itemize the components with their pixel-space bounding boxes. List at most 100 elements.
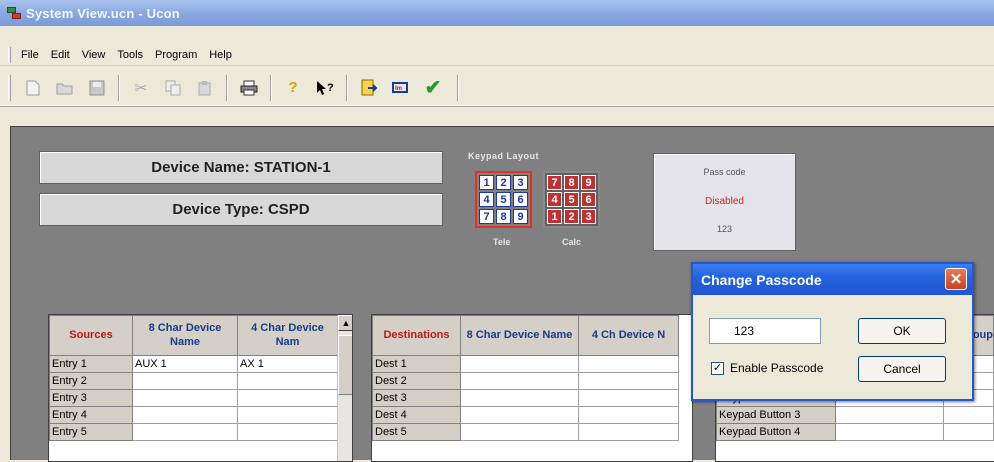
row-header: Dest 5 xyxy=(372,423,461,441)
table-row[interactable]: Entry 3 xyxy=(49,389,338,407)
row-header: Entry 2 xyxy=(49,372,133,390)
keypad-key: 9 xyxy=(581,175,596,190)
dialog-title: Change Passcode xyxy=(701,271,822,288)
table-row[interactable]: Entry 2 xyxy=(49,372,338,390)
menu-view[interactable]: View xyxy=(76,49,112,61)
table-cell[interactable] xyxy=(834,423,945,441)
window-title: System View.ucn - Ucon xyxy=(26,5,180,21)
table-cell[interactable]: AX 1 xyxy=(237,355,338,373)
paste-icon[interactable] xyxy=(193,76,217,100)
scroll-up-icon[interactable]: ▲ xyxy=(338,315,352,331)
context-help-icon[interactable]: ? xyxy=(313,76,337,100)
table-cell[interactable] xyxy=(578,423,679,441)
table-cell[interactable] xyxy=(132,423,238,441)
toolbar-separator xyxy=(226,74,228,101)
cancel-button[interactable]: Cancel xyxy=(858,356,946,382)
keypad-key: 8 xyxy=(496,209,511,224)
table-cell[interactable] xyxy=(578,355,679,373)
table-row[interactable]: Dest 2 xyxy=(372,372,679,390)
sources-scrollbar[interactable]: ▲ xyxy=(337,315,352,461)
table-row[interactable]: Dest 4 xyxy=(372,406,679,424)
table-cell[interactable] xyxy=(132,372,238,390)
passcode-panel[interactable]: Pass code Disabled 123 xyxy=(653,153,796,251)
passcode-input[interactable]: 123 xyxy=(709,318,821,344)
save-icon[interactable] xyxy=(85,76,109,100)
table-row[interactable]: Dest 5 xyxy=(372,423,679,441)
menu-file[interactable]: File xyxy=(15,49,45,61)
app-icon xyxy=(6,5,22,21)
svg-text:?: ? xyxy=(327,82,334,94)
menubar-grip xyxy=(8,46,11,63)
row-header: Dest 3 xyxy=(372,389,461,407)
table-cell[interactable] xyxy=(578,372,679,390)
table-cell[interactable] xyxy=(834,406,945,424)
sources-col-4char[interactable]: 4 Char Device Nam xyxy=(237,315,338,356)
table-cell[interactable]: AUX 1 xyxy=(132,355,238,373)
table-cell[interactable] xyxy=(237,406,338,424)
table-row[interactable]: Entry 4 xyxy=(49,406,338,424)
import-icon[interactable]: Im xyxy=(389,76,413,100)
keypad-key: 1 xyxy=(547,209,562,224)
toolbar-separator xyxy=(270,74,272,101)
copy-icon[interactable] xyxy=(161,76,185,100)
sources-grid[interactable]: Sources 8 Char Device Name 4 Char Device… xyxy=(48,314,353,462)
table-cell[interactable] xyxy=(460,406,579,424)
checkbox-checked-icon[interactable]: ✓ xyxy=(711,361,724,375)
close-icon[interactable]: ✕ xyxy=(945,268,967,290)
table-row[interactable]: Dest 3 xyxy=(372,389,679,407)
open-icon[interactable] xyxy=(53,76,77,100)
table-cell[interactable] xyxy=(943,406,994,424)
scroll-thumb[interactable] xyxy=(338,335,352,395)
keypad-key: 4 xyxy=(547,192,562,207)
table-cell[interactable] xyxy=(237,423,338,441)
check-icon[interactable]: ✔ xyxy=(421,76,445,100)
destinations-grid[interactable]: Destinations 8 Char Device Name 4 Ch Dev… xyxy=(371,314,693,462)
keypad-key: 2 xyxy=(496,175,511,190)
table-cell[interactable] xyxy=(578,389,679,407)
sources-header: Sources xyxy=(49,315,133,356)
menu-tools[interactable]: Tools xyxy=(111,49,149,61)
table-cell[interactable] xyxy=(237,389,338,407)
table-cell[interactable] xyxy=(943,423,994,441)
keypad-key: 7 xyxy=(479,209,494,224)
menu-program[interactable]: Program xyxy=(149,49,203,61)
export-icon[interactable] xyxy=(357,76,381,100)
toolbar: ✂ ? ? Im ✔ xyxy=(0,70,994,106)
table-row[interactable]: Entry 1 AUX 1 AX 1 xyxy=(49,355,338,373)
cut-icon[interactable]: ✂ xyxy=(129,76,153,100)
change-passcode-dialog[interactable]: Change Passcode ✕ 123 OK Cancel ✓ Enable… xyxy=(691,262,974,401)
sources-col-8char[interactable]: 8 Char Device Name xyxy=(132,315,238,356)
destinations-header: Destinations xyxy=(372,315,461,356)
keypad-layout-title: Keypad Layout xyxy=(468,151,540,161)
table-row[interactable]: Keypad Button 4 xyxy=(716,423,994,441)
table-cell[interactable] xyxy=(460,389,579,407)
enable-passcode-checkbox[interactable]: ✓ Enable Passcode xyxy=(711,361,823,375)
table-cell[interactable] xyxy=(578,406,679,424)
table-row[interactable]: Dest 1 xyxy=(372,355,679,373)
table-cell[interactable] xyxy=(460,423,579,441)
device-name-box: Device Name: STATION-1 xyxy=(39,151,443,184)
ok-button[interactable]: OK xyxy=(858,318,946,344)
help-icon[interactable]: ? xyxy=(281,76,305,100)
destinations-col-4char[interactable]: 4 Ch Device N xyxy=(578,315,679,356)
table-row[interactable]: Keypad Button 3 xyxy=(716,406,994,424)
destinations-col-8char[interactable]: 8 Char Device Name xyxy=(460,315,579,356)
print-icon[interactable] xyxy=(237,76,261,100)
keypad-tele[interactable]: 1 2 3 4 5 6 7 8 9 xyxy=(475,171,532,228)
dialog-titlebar[interactable]: Change Passcode ✕ xyxy=(693,264,972,295)
table-cell[interactable] xyxy=(132,389,238,407)
device-type-box: Device Type: CSPD xyxy=(39,193,443,226)
table-cell[interactable] xyxy=(460,355,579,373)
keypad-calc[interactable]: 7 8 9 4 5 6 1 2 3 xyxy=(543,171,600,228)
enable-passcode-label: Enable Passcode xyxy=(730,361,824,375)
keypad-key: 1 xyxy=(479,175,494,190)
table-cell[interactable] xyxy=(132,406,238,424)
table-cell[interactable] xyxy=(237,372,338,390)
window-titlebar[interactable]: System View.ucn - Ucon xyxy=(0,0,994,26)
new-icon[interactable] xyxy=(21,76,45,100)
table-cell[interactable] xyxy=(460,372,579,390)
keypad-key: 3 xyxy=(513,175,528,190)
menu-edit[interactable]: Edit xyxy=(45,49,76,61)
menu-help[interactable]: Help xyxy=(203,49,238,61)
table-row[interactable]: Entry 5 xyxy=(49,423,338,441)
